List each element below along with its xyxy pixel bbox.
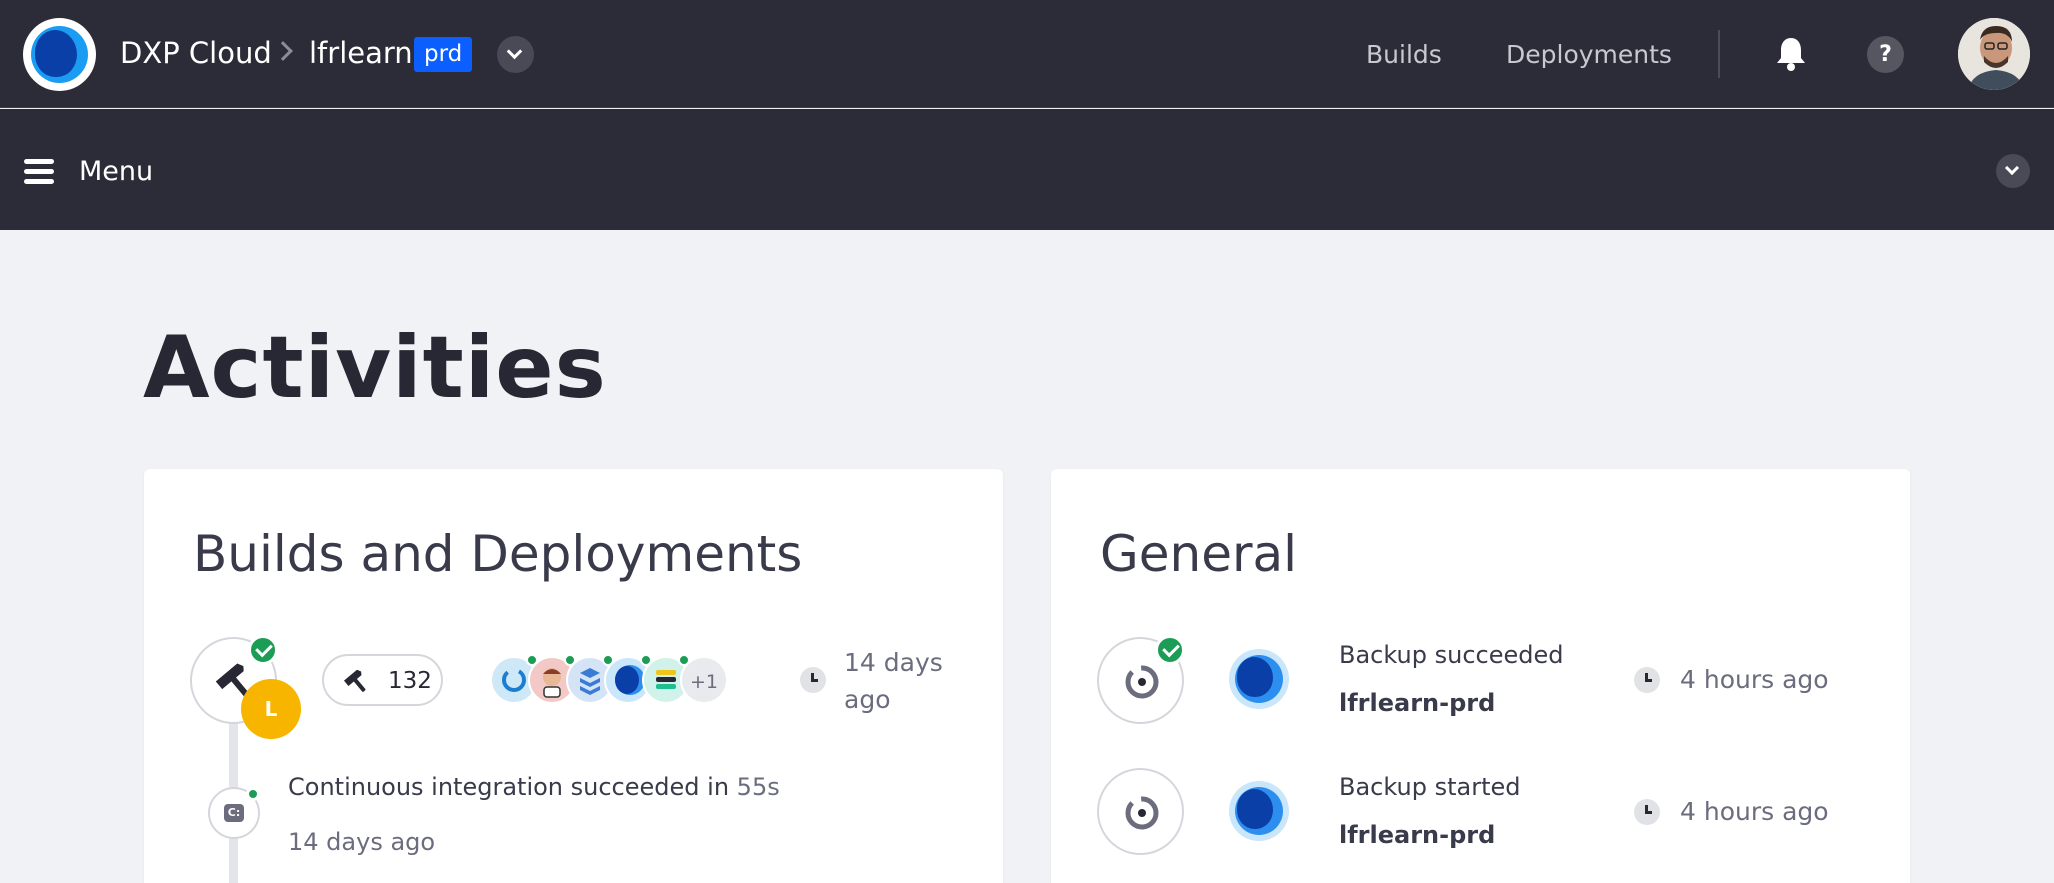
logo-inner <box>35 30 77 77</box>
navbar-divider <box>1718 30 1720 78</box>
nav-deployments-link[interactable]: Deployments <box>1506 40 1672 69</box>
success-check-icon <box>1155 635 1185 665</box>
hamburger-menu-icon[interactable] <box>24 159 54 184</box>
build-number: 132 <box>388 668 432 694</box>
dxp-cloud-logo-icon[interactable] <box>23 18 96 91</box>
ci-status-dot <box>246 787 260 801</box>
brand-link[interactable]: DXP Cloud <box>120 36 272 70</box>
ci-glyph: C: <box>224 804 244 822</box>
activity-time: 4 hours ago <box>1680 665 1829 694</box>
activity-service[interactable]: lfrlearn-prd <box>1339 821 1495 849</box>
more-services-badge[interactable]: +1 <box>680 656 728 704</box>
general-card: General Backup succeeded lfrlearn-prd 4 … <box>1051 469 1910 883</box>
ci-duration: 55s <box>736 773 780 801</box>
nav-builds-link[interactable]: Builds <box>1366 40 1442 69</box>
backup-icon <box>1125 796 1159 830</box>
card-title: Builds and Deployments <box>193 525 803 583</box>
chevron-right-icon <box>273 41 293 61</box>
ci-status-icon: C: <box>208 787 260 839</box>
help-button[interactable]: ? <box>1867 36 1904 73</box>
user-initial-badge: L <box>241 679 301 739</box>
card-title: General <box>1100 525 1298 583</box>
clock-icon <box>1634 799 1660 825</box>
ci-message: Continuous integration succeeded in 55s <box>288 773 780 801</box>
liferay-service-icon[interactable] <box>1229 781 1289 841</box>
menu-expand-button[interactable] <box>1996 154 2030 188</box>
menu-label[interactable]: Menu <box>79 156 153 187</box>
service-icon-core <box>1237 789 1273 829</box>
activity-title: Backup succeeded <box>1339 641 1564 669</box>
backup-status-icon[interactable] <box>1097 768 1184 855</box>
build-time: 14 days ago <box>844 648 943 714</box>
chevron-down-icon <box>2004 160 2020 176</box>
hammer-icon <box>343 669 366 692</box>
top-navbar: DXP Cloud lfrlearn prd Builds Deployment… <box>0 0 2054 108</box>
environment-badge: prd <box>414 37 473 72</box>
page-title: Activities <box>143 318 607 418</box>
clock-icon <box>800 667 826 693</box>
activity-title: Backup started <box>1339 773 1521 801</box>
activity-service[interactable]: lfrlearn-prd <box>1339 689 1495 717</box>
activity-time: 4 hours ago <box>1680 797 1829 826</box>
bell-icon[interactable] <box>1775 36 1807 72</box>
ci-time: 14 days ago <box>288 828 436 856</box>
service-icon-core <box>1237 657 1273 697</box>
chevron-down-icon <box>506 43 523 60</box>
success-check-icon <box>248 635 278 665</box>
avatar-image <box>1958 18 2030 90</box>
environment-dropdown-button[interactable] <box>497 36 534 73</box>
clock-icon <box>1634 667 1660 693</box>
project-link[interactable]: lfrlearn <box>309 36 413 70</box>
builds-deployments-card: Builds and Deployments L 132 +1 14 days … <box>144 469 1003 883</box>
build-number-badge[interactable]: 132 <box>322 654 443 706</box>
user-avatar[interactable] <box>1958 18 2030 90</box>
liferay-service-icon[interactable] <box>1229 649 1289 709</box>
menu-bar: Menu <box>0 109 2054 230</box>
ci-message-text: Continuous integration succeeded in <box>288 773 730 801</box>
